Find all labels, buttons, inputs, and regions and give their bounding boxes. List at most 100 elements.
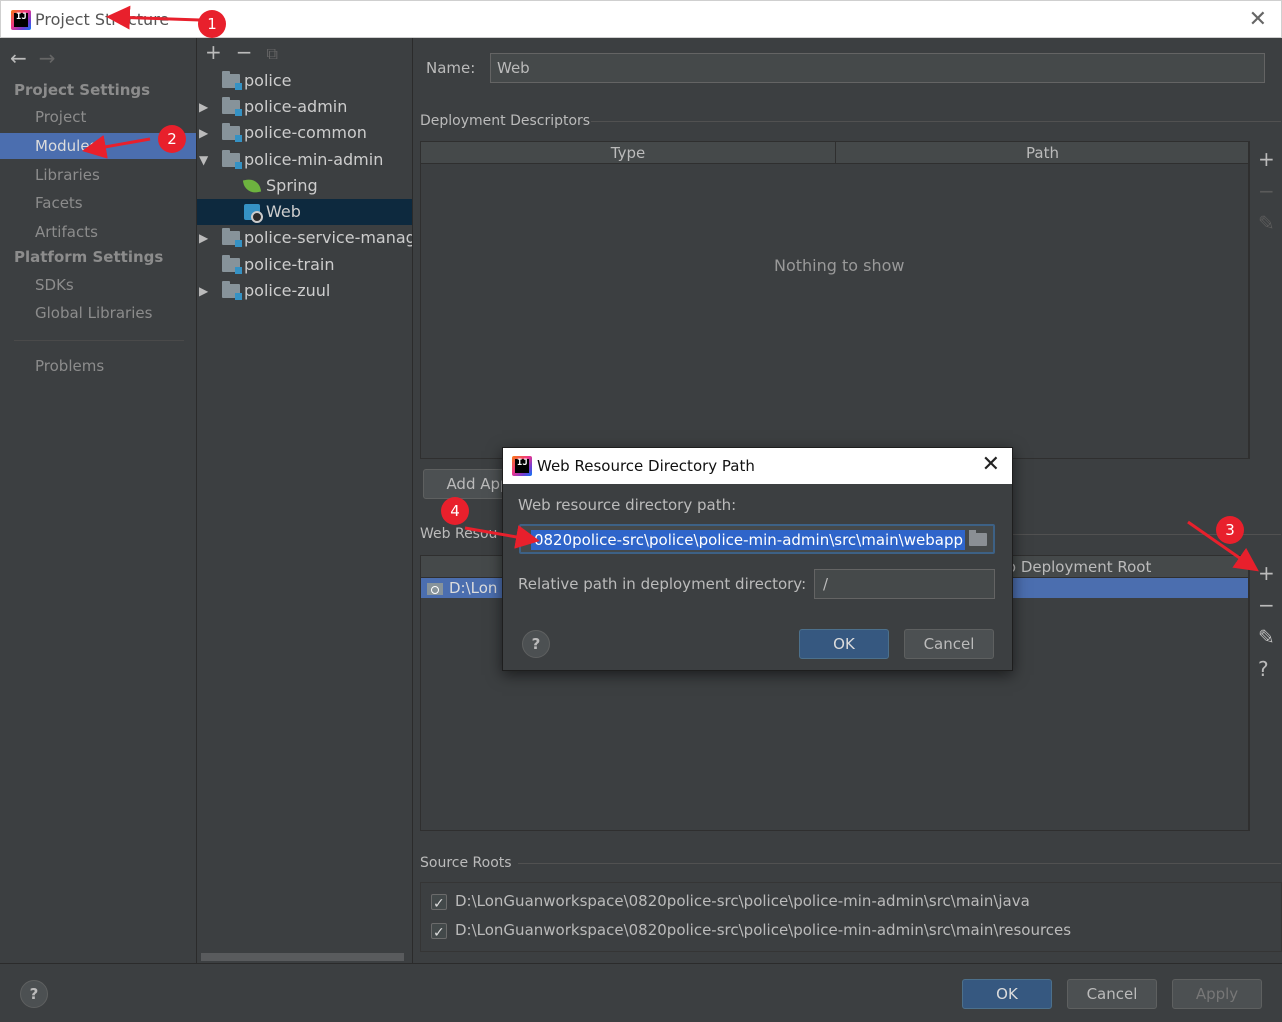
row-path: D:\Lon [449,579,498,597]
module-tree-panel: + − ⧉ police ▶ police-admin ▶ police-commo… [197,38,413,963]
dialog-title: Web Resource Directory Path [537,457,755,475]
source-root-item[interactable]: D:\LonGuanworkspace\0820police-src\polic… [431,918,1072,945]
web-resource-path-input[interactable]: 0820police-src\police\police-min-admin\s… [519,524,995,554]
deployment-descriptors-table[interactable]: Type Path Nothing to show [420,141,1249,459]
dialog-footer: ? OK Cancel Apply [0,963,1282,1022]
tree-item-web-facet[interactable]: Web [197,199,412,225]
edit-icon[interactable]: ✎ [1258,627,1275,647]
sidebar-item-facets[interactable]: Facets [0,190,196,216]
copy-module-icon[interactable]: ⧉ [267,44,278,63]
add-icon[interactable]: + [1258,149,1275,169]
source-roots-title: Source Roots [420,855,512,871]
sidebar-item-global-libraries[interactable]: Global Libraries [0,300,196,326]
tree-item-label: police [244,71,292,90]
expand-arrow-icon[interactable]: ▶ [199,278,208,304]
table-header: Type Path [421,142,1248,164]
relative-path-input[interactable]: / [814,569,995,599]
source-roots-list: D:\LonGuanworkspace\0820police-src\polic… [420,882,1282,952]
module-folder-icon [222,255,242,274]
expand-arrow-icon[interactable]: ▶ [199,120,208,146]
tree-item-label: police-min-admin [244,150,384,169]
dialog-cancel-button[interactable]: Cancel [904,629,994,659]
empty-table-text: Nothing to show [774,256,905,275]
module-folder-icon [222,150,242,169]
web-resource-directories-title: Web Resou [420,526,498,542]
module-folder-icon [222,71,242,90]
help-icon[interactable]: ? [1258,659,1269,679]
remove-icon[interactable]: − [1258,595,1275,615]
settings-sidebar: ← → Project Settings Project Modules Libr… [0,38,197,963]
tree-item-spring-facet[interactable]: Spring [197,173,412,199]
web-resources-toolbar: + − ✎ ? [1249,555,1281,831]
column-header-deployment-root[interactable]: to Deployment Root [1001,556,1221,578]
intellij-app-icon: IJ [512,456,532,476]
sidebar-item-artifacts[interactable]: Artifacts [0,219,196,245]
tree-item-police-common[interactable]: ▶ police-common [197,120,412,146]
tree-item-label: police-common [244,123,367,142]
path-input-selected-text: 0820police-src\police\police-min-admin\s… [531,530,965,550]
tree-item-police-zuul[interactable]: ▶ police-zuul [197,278,412,304]
dialog-titlebar: IJ Web Resource Directory Path ✕ [503,448,1012,484]
tree-item-label: police-service-manager [244,228,412,247]
module-folder-icon [222,97,242,116]
cancel-button[interactable]: Cancel [1067,979,1157,1009]
remove-module-icon[interactable]: − [236,40,253,64]
tree-item-police-admin[interactable]: ▶ police-admin [197,94,412,120]
path-value: 0820police-src\police\police-min-admin\s… [533,531,963,549]
deployment-descriptors-title: Deployment Descriptors [420,113,591,129]
source-root-item[interactable]: D:\LonGuanworkspace\0820police-src\polic… [431,889,1030,916]
checkbox-checked-icon[interactable] [431,921,447,945]
apply-button[interactable]: Apply [1172,979,1262,1009]
add-module-icon[interactable]: + [205,40,222,64]
history-nav: ← → [10,46,56,70]
module-folder-icon [222,123,242,142]
source-root-path: D:\LonGuanworkspace\0820police-src\polic… [455,921,1072,939]
tree-item-police-train[interactable]: police-train [197,252,412,278]
module-folder-icon [222,228,242,247]
intellij-app-icon: IJ [11,10,31,30]
project-settings-heading: Project Settings [14,81,151,99]
tree-item-police-min-admin[interactable]: ▼ police-min-admin [197,147,412,173]
browse-folder-icon[interactable] [969,530,987,546]
sidebar-item-libraries[interactable]: Libraries [0,162,196,188]
collapse-arrow-icon[interactable]: ▼ [199,147,208,173]
tree-horizontal-scrollbar[interactable] [201,953,404,961]
add-icon[interactable]: + [1258,563,1275,583]
group-divider [518,863,1281,864]
module-folder-icon [222,281,242,300]
remove-icon[interactable]: − [1258,181,1275,201]
tree-item-police[interactable]: police [197,68,412,94]
ok-button[interactable]: OK [962,979,1052,1009]
tree-item-police-service-manager[interactable]: ▶ police-service-manager [197,225,412,251]
web-directory-icon [427,582,443,595]
window-close-icon[interactable]: ✕ [1249,7,1267,32]
window-titlebar: IJ Project Structure ✕ [0,0,1282,38]
web-facet-icon [244,204,263,223]
tree-item-label: police-zuul [244,281,331,300]
help-button[interactable]: ? [20,980,48,1008]
column-header-path[interactable]: Path [836,142,1249,164]
edit-icon[interactable]: ✎ [1258,213,1275,233]
source-root-path: D:\LonGuanworkspace\0820police-src\polic… [455,892,1030,910]
sidebar-divider [14,340,184,341]
expand-arrow-icon[interactable]: ▶ [199,225,208,251]
checkbox-checked-icon[interactable] [431,892,447,916]
dialog-close-icon[interactable]: ✕ [982,452,1000,477]
platform-settings-heading: Platform Settings [14,248,164,266]
sidebar-item-problems[interactable]: Problems [0,353,196,379]
column-header-type[interactable]: Type [421,142,835,164]
facet-name-field[interactable]: Web [490,53,1265,83]
tree-item-label: Spring [266,176,318,195]
path-label: Web resource directory path: [518,496,737,514]
sidebar-item-sdks[interactable]: SDKs [0,272,196,298]
expand-arrow-icon[interactable]: ▶ [199,94,208,120]
forward-arrow-icon[interactable]: → [39,46,56,70]
back-arrow-icon[interactable]: ← [10,46,27,70]
name-label: Name: [426,59,476,77]
group-divider [591,121,1281,122]
spring-leaf-icon [242,177,262,195]
dialog-help-button[interactable]: ? [522,630,550,658]
annotation-marker-3: 3 [1216,516,1244,544]
dialog-ok-button[interactable]: OK [799,629,889,659]
tree-item-label: police-train [244,255,335,274]
